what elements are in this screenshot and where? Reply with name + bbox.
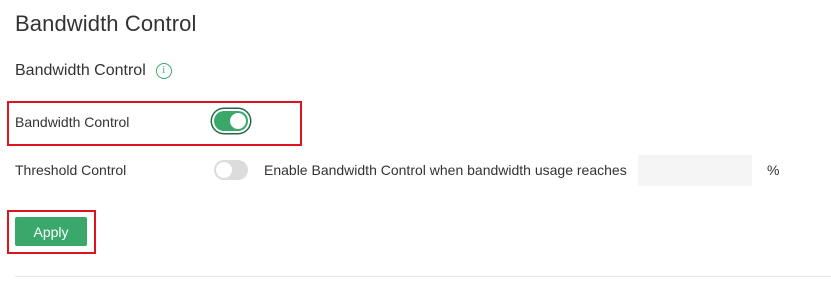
toggle-knob [216,162,232,178]
section-header: Bandwidth Control i [15,62,172,80]
bandwidth-control-toggle[interactable] [214,111,248,131]
apply-button[interactable]: Apply [15,217,87,246]
percent-unit: % [767,162,780,178]
section-title: Bandwidth Control [15,62,146,79]
threshold-control-label: Threshold Control [15,162,127,178]
threshold-control-toggle[interactable] [214,160,248,180]
page-title: Bandwidth Control [15,11,197,36]
threshold-percent-input[interactable] [638,155,752,186]
bandwidth-control-page: Bandwidth Control Bandwidth Control i Ba… [0,0,831,293]
divider [15,276,831,277]
toggle-knob [230,113,246,129]
info-icon[interactable]: i [155,63,172,79]
bandwidth-control-label: Bandwidth Control [15,114,130,130]
threshold-description: Enable Bandwidth Control when bandwidth … [264,162,627,178]
